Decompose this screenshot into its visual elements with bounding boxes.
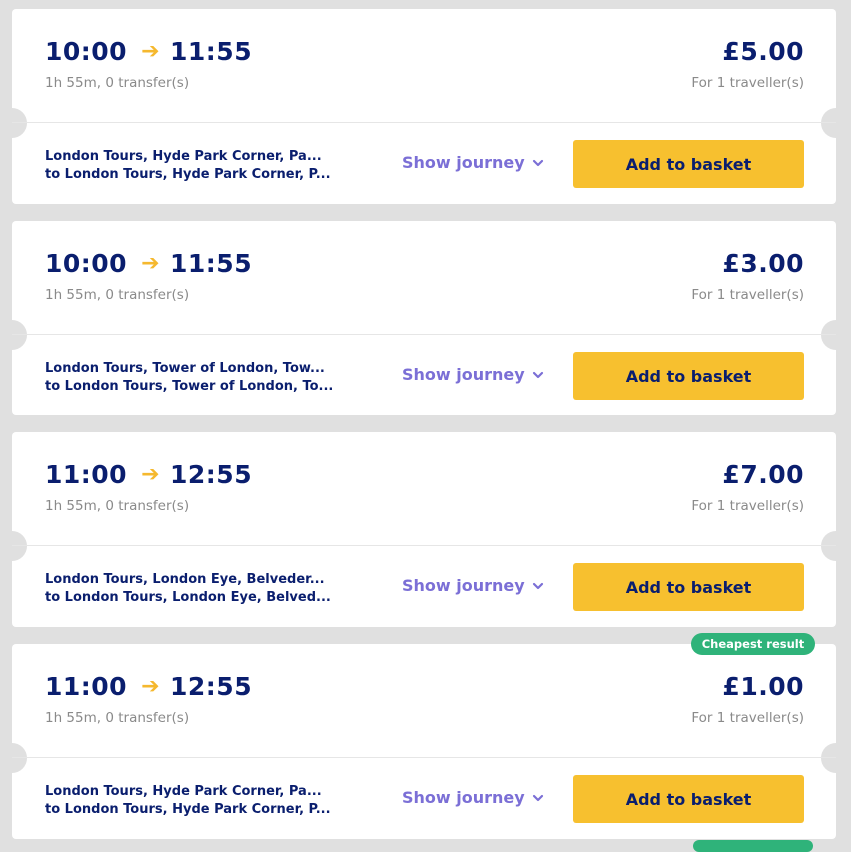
result-card: 11:00 ➔ 12:55 1h 55m, 0 transfer(s) £1.0… — [0, 644, 851, 839]
departure-time: 11:00 — [45, 672, 128, 701]
result-card: 11:00 ➔ 12:55 1h 55m, 0 transfer(s) £7.0… — [0, 432, 851, 627]
ticket-notch — [821, 743, 851, 773]
traveller-count: For 1 traveller(s) — [691, 710, 804, 726]
duration-text: 1h 55m, 0 transfer(s) — [45, 498, 190, 514]
arrival-time: 11:55 — [170, 249, 253, 278]
route-info: London Tours, Hyde Park Corner, Pa... to… — [45, 783, 345, 819]
route-info: London Tours, Hyde Park Corner, Pa... to… — [45, 148, 345, 184]
arrow-right-icon: ➔ — [141, 251, 161, 276]
add-to-basket-button[interactable]: Add to basket — [573, 563, 804, 611]
arrival-time: 11:55 — [170, 37, 253, 66]
journey-times: 10:00 ➔ 11:55 — [45, 249, 252, 278]
show-journey-label: Show journey — [402, 153, 525, 172]
show-journey-link[interactable]: Show journey — [402, 576, 544, 595]
show-journey-link[interactable]: Show journey — [402, 788, 544, 807]
arrow-right-icon: ➔ — [141, 674, 161, 699]
show-journey-link[interactable]: Show journey — [402, 153, 544, 172]
traveller-count: For 1 traveller(s) — [691, 287, 804, 303]
duration-text: 1h 55m, 0 transfer(s) — [45, 287, 190, 303]
arrival-time: 12:55 — [170, 460, 253, 489]
result-card: 10:00 ➔ 11:55 1h 55m, 0 transfer(s) £3.0… — [0, 221, 851, 415]
arrow-right-icon: ➔ — [141, 462, 161, 487]
price: £5.00 — [722, 37, 804, 66]
route-info: London Tours, Tower of London, Tow... to… — [45, 360, 345, 396]
route-from: London Tours, Hyde Park Corner, Pa... — [45, 784, 322, 799]
price: £3.00 — [722, 249, 804, 278]
add-to-basket-button[interactable]: Add to basket — [573, 140, 804, 188]
chevron-down-icon — [532, 159, 543, 166]
route-from: London Tours, Hyde Park Corner, Pa... — [45, 149, 322, 164]
traveller-count: For 1 traveller(s) — [691, 498, 804, 514]
route-to: to London Tours, Hyde Park Corner, P... — [45, 802, 331, 817]
ticket-notch — [821, 531, 851, 561]
card-divider — [12, 545, 836, 546]
chevron-down-icon — [532, 794, 543, 801]
ticket-notch — [0, 108, 27, 138]
ticket-notch — [821, 108, 851, 138]
route-to: to London Tours, Hyde Park Corner, P... — [45, 167, 331, 182]
card-divider — [12, 122, 836, 123]
chevron-down-icon — [532, 582, 543, 589]
route-from: London Tours, Tower of London, Tow... — [45, 361, 325, 376]
ticket-notch — [821, 320, 851, 350]
journey-times: 10:00 ➔ 11:55 — [45, 37, 252, 66]
ticket-notch — [0, 531, 27, 561]
route-from: London Tours, London Eye, Belveder... — [45, 572, 325, 587]
arrival-time: 12:55 — [170, 672, 253, 701]
duration-text: 1h 55m, 0 transfer(s) — [45, 710, 190, 726]
departure-time: 10:00 — [45, 249, 128, 278]
journey-times: 11:00 ➔ 12:55 — [45, 672, 252, 701]
add-to-basket-button[interactable]: Add to basket — [573, 352, 804, 400]
price: £7.00 — [722, 460, 804, 489]
ticket-notch — [0, 320, 27, 350]
departure-time: 11:00 — [45, 460, 128, 489]
result-card: 10:00 ➔ 11:55 1h 55m, 0 transfer(s) £5.0… — [0, 9, 851, 204]
card-divider — [12, 757, 836, 758]
show-journey-label: Show journey — [402, 788, 525, 807]
show-journey-label: Show journey — [402, 365, 525, 384]
cheapest-result-badge: Cheapest result — [691, 633, 815, 655]
duration-text: 1h 55m, 0 transfer(s) — [45, 75, 190, 91]
route-info: London Tours, London Eye, Belveder... to… — [45, 571, 345, 607]
journey-times: 11:00 ➔ 12:55 — [45, 460, 252, 489]
departure-time: 10:00 — [45, 37, 128, 66]
traveller-count: For 1 traveller(s) — [691, 75, 804, 91]
show-journey-label: Show journey — [402, 576, 525, 595]
arrow-right-icon: ➔ — [141, 39, 161, 64]
route-to: to London Tours, Tower of London, To... — [45, 379, 334, 394]
price: £1.00 — [722, 672, 804, 701]
chevron-down-icon — [532, 371, 543, 378]
show-journey-link[interactable]: Show journey — [402, 365, 544, 384]
ticket-notch — [0, 743, 27, 773]
add-to-basket-button[interactable]: Add to basket — [573, 775, 804, 823]
next-result-badge — [693, 840, 813, 852]
route-to: to London Tours, London Eye, Belved... — [45, 590, 331, 605]
card-divider — [12, 334, 836, 335]
